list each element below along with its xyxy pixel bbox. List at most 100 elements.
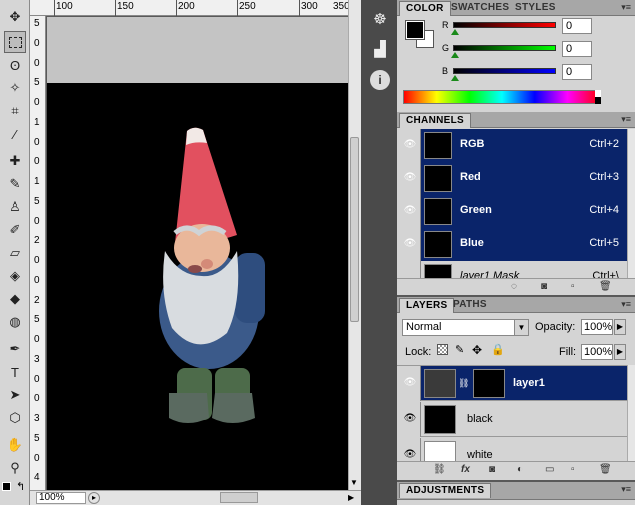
default-colors-icon[interactable] bbox=[2, 482, 11, 491]
visibility-eye-icon[interactable]: 👁 bbox=[403, 413, 417, 425]
black-white-ramp[interactable] bbox=[595, 90, 601, 104]
layer-style-icon[interactable]: fx bbox=[461, 464, 470, 475]
adjustment-layer-icon[interactable]: ◐ bbox=[517, 464, 523, 475]
blur-tool-icon[interactable]: ◆ bbox=[4, 288, 26, 310]
lasso-tool-icon[interactable]: ʘ bbox=[4, 54, 26, 76]
channel-row-blue[interactable]: 👁 Blue Ctrl+5 bbox=[397, 228, 627, 261]
magic-wand-tool-icon[interactable]: ✧ bbox=[4, 77, 26, 99]
history-brush-tool-icon[interactable]: ✐ bbox=[4, 219, 26, 241]
lock-position-icon[interactable]: ✥ bbox=[472, 343, 482, 357]
channel-row-mask[interactable]: layer1 Mask Ctrl+\ bbox=[397, 261, 627, 279]
visibility-eye-icon[interactable]: 👁 bbox=[403, 377, 417, 389]
blue-slider-handle[interactable] bbox=[451, 75, 459, 81]
visibility-eye-icon[interactable]: 👁 bbox=[403, 449, 417, 461]
ruler-label: 2 bbox=[34, 294, 40, 306]
tab-adjustments[interactable]: ADJUSTMENTS bbox=[399, 483, 492, 498]
blue-slider[interactable] bbox=[453, 68, 556, 74]
dodge-tool-icon[interactable]: ◍ bbox=[4, 311, 26, 333]
eyedropper-tool-icon[interactable]: ⁄ bbox=[4, 123, 26, 145]
crop-tool-icon[interactable]: ⌗ bbox=[4, 100, 26, 122]
foreground-color-swatch[interactable] bbox=[405, 20, 425, 40]
load-selection-icon[interactable]: ◌ bbox=[511, 281, 517, 292]
layer-row-black[interactable]: 👁 black bbox=[397, 402, 627, 437]
green-value-input[interactable]: 0 bbox=[562, 41, 592, 57]
vertical-ruler: 5 0 0 5 0 1 0 0 1 5 0 2 0 0 2 5 0 3 0 0 3 5 0 4 bbox=[30, 16, 46, 490]
panel-menu-icon[interactable]: ▾≡ bbox=[621, 484, 631, 495]
channel-shortcut: Ctrl+4 bbox=[589, 204, 619, 216]
info-icon[interactable]: i bbox=[370, 70, 390, 90]
zoom-tool-icon[interactable]: ⚲ bbox=[4, 457, 26, 479]
type-tool-icon[interactable]: T bbox=[4, 361, 26, 383]
tab-paths[interactable]: PATHS bbox=[447, 298, 493, 313]
document-canvas[interactable] bbox=[47, 83, 348, 490]
brush-tool-icon[interactable]: ✎ bbox=[4, 173, 26, 195]
navigator-icon[interactable]: ☸ bbox=[370, 10, 390, 30]
add-mask-icon[interactable]: ◙ bbox=[489, 464, 495, 475]
healing-brush-tool-icon[interactable]: ✚ bbox=[4, 150, 26, 172]
scroll-right-icon[interactable]: ▶ bbox=[348, 493, 354, 502]
green-slider-handle[interactable] bbox=[451, 52, 459, 58]
paint-bucket-tool-icon[interactable]: ◈ bbox=[4, 265, 26, 287]
link-layers-icon[interactable]: ⛓ bbox=[433, 464, 446, 475]
delete-layer-icon[interactable]: 🗑 bbox=[599, 464, 612, 475]
new-channel-icon[interactable]: ▫ bbox=[571, 281, 575, 292]
layer-row-layer1[interactable]: 👁 ⛓ layer1 bbox=[397, 366, 627, 401]
visibility-eye-icon[interactable]: 👁 bbox=[403, 172, 417, 184]
ruler-label: 150 bbox=[117, 1, 134, 12]
scroll-down-icon[interactable]: ▼ bbox=[350, 478, 358, 487]
clone-stamp-tool-icon[interactable]: ♙ bbox=[4, 196, 26, 218]
channel-row-green[interactable]: 👁 Green Ctrl+4 bbox=[397, 195, 627, 228]
green-slider[interactable] bbox=[453, 45, 556, 51]
lock-all-icon[interactable]: 🔒 bbox=[491, 343, 505, 356]
histogram-icon[interactable]: ▟ bbox=[370, 40, 390, 60]
channel-row-rgb[interactable]: 👁 RGB Ctrl+2 bbox=[397, 129, 627, 162]
new-group-icon[interactable]: ▭ bbox=[545, 464, 554, 475]
layer-mask-thumbnail[interactable] bbox=[473, 369, 505, 398]
swap-colors-icon[interactable]: ↰ bbox=[16, 480, 25, 493]
panel-menu-icon[interactable]: ▾≡ bbox=[621, 2, 631, 13]
tab-color[interactable]: COLOR bbox=[399, 1, 451, 16]
delete-channel-icon[interactable]: 🗑 bbox=[599, 281, 612, 292]
tab-channels[interactable]: CHANNELS bbox=[399, 113, 471, 128]
canvas-vertical-scroll-thumb[interactable] bbox=[350, 137, 359, 322]
panel-menu-icon[interactable]: ▾≡ bbox=[621, 114, 631, 125]
blue-value-input[interactable]: 0 bbox=[562, 64, 592, 80]
move-tool-icon[interactable]: ✥ bbox=[4, 6, 26, 28]
link-icon[interactable]: ⛓ bbox=[458, 378, 469, 389]
pen-tool-icon[interactable]: ✒ bbox=[4, 338, 26, 360]
fill-input[interactable]: 100% bbox=[581, 344, 613, 360]
tab-styles[interactable]: STYLES bbox=[509, 1, 562, 16]
status-info-icon[interactable]: ▸ bbox=[88, 492, 100, 504]
channels-scrollbar[interactable] bbox=[627, 129, 635, 279]
eraser-tool-icon[interactable]: ▱ bbox=[4, 242, 26, 264]
visibility-eye-icon[interactable]: 👁 bbox=[403, 139, 417, 151]
canvas-horizontal-scroll-thumb[interactable] bbox=[220, 492, 258, 503]
panel-menu-icon[interactable]: ▾≡ bbox=[621, 299, 631, 310]
layer-row-white[interactable]: 👁 white bbox=[397, 438, 627, 462]
opacity-input[interactable]: 100% bbox=[581, 319, 613, 335]
marquee-tool-icon[interactable] bbox=[4, 31, 26, 53]
channel-row-red[interactable]: 👁 Red Ctrl+3 bbox=[397, 162, 627, 195]
hand-tool-icon[interactable]: ✋ bbox=[4, 434, 26, 456]
ruler-label: 4 bbox=[34, 472, 40, 484]
new-layer-icon[interactable]: ▫ bbox=[571, 464, 575, 475]
shape-tool-icon[interactable]: ⬡ bbox=[4, 407, 26, 429]
layers-scrollbar[interactable] bbox=[627, 365, 635, 462]
red-value-input[interactable]: 0 bbox=[562, 18, 592, 34]
path-selection-tool-icon[interactable]: ➤ bbox=[4, 384, 26, 406]
lock-transparent-icon[interactable] bbox=[437, 344, 448, 355]
red-slider-handle[interactable] bbox=[451, 29, 459, 35]
tab-swatches[interactable]: SWATCHES bbox=[445, 1, 515, 16]
save-selection-icon[interactable]: ◙ bbox=[541, 281, 547, 292]
lock-image-icon[interactable]: ✎ bbox=[455, 343, 464, 356]
visibility-eye-icon[interactable]: 👁 bbox=[403, 238, 417, 250]
blend-mode-select[interactable]: Normal ▼ bbox=[402, 319, 529, 336]
visibility-eye-icon[interactable]: 👁 bbox=[403, 205, 417, 217]
ruler-label: 0 bbox=[34, 393, 40, 405]
zoom-level[interactable]: 100% bbox=[36, 492, 86, 504]
fill-arrow-icon[interactable]: ▶ bbox=[614, 344, 626, 360]
red-slider[interactable] bbox=[453, 22, 556, 28]
color-spectrum-bar[interactable] bbox=[403, 90, 601, 104]
ruler-label: 0 bbox=[34, 97, 40, 108]
opacity-arrow-icon[interactable]: ▶ bbox=[614, 319, 626, 335]
